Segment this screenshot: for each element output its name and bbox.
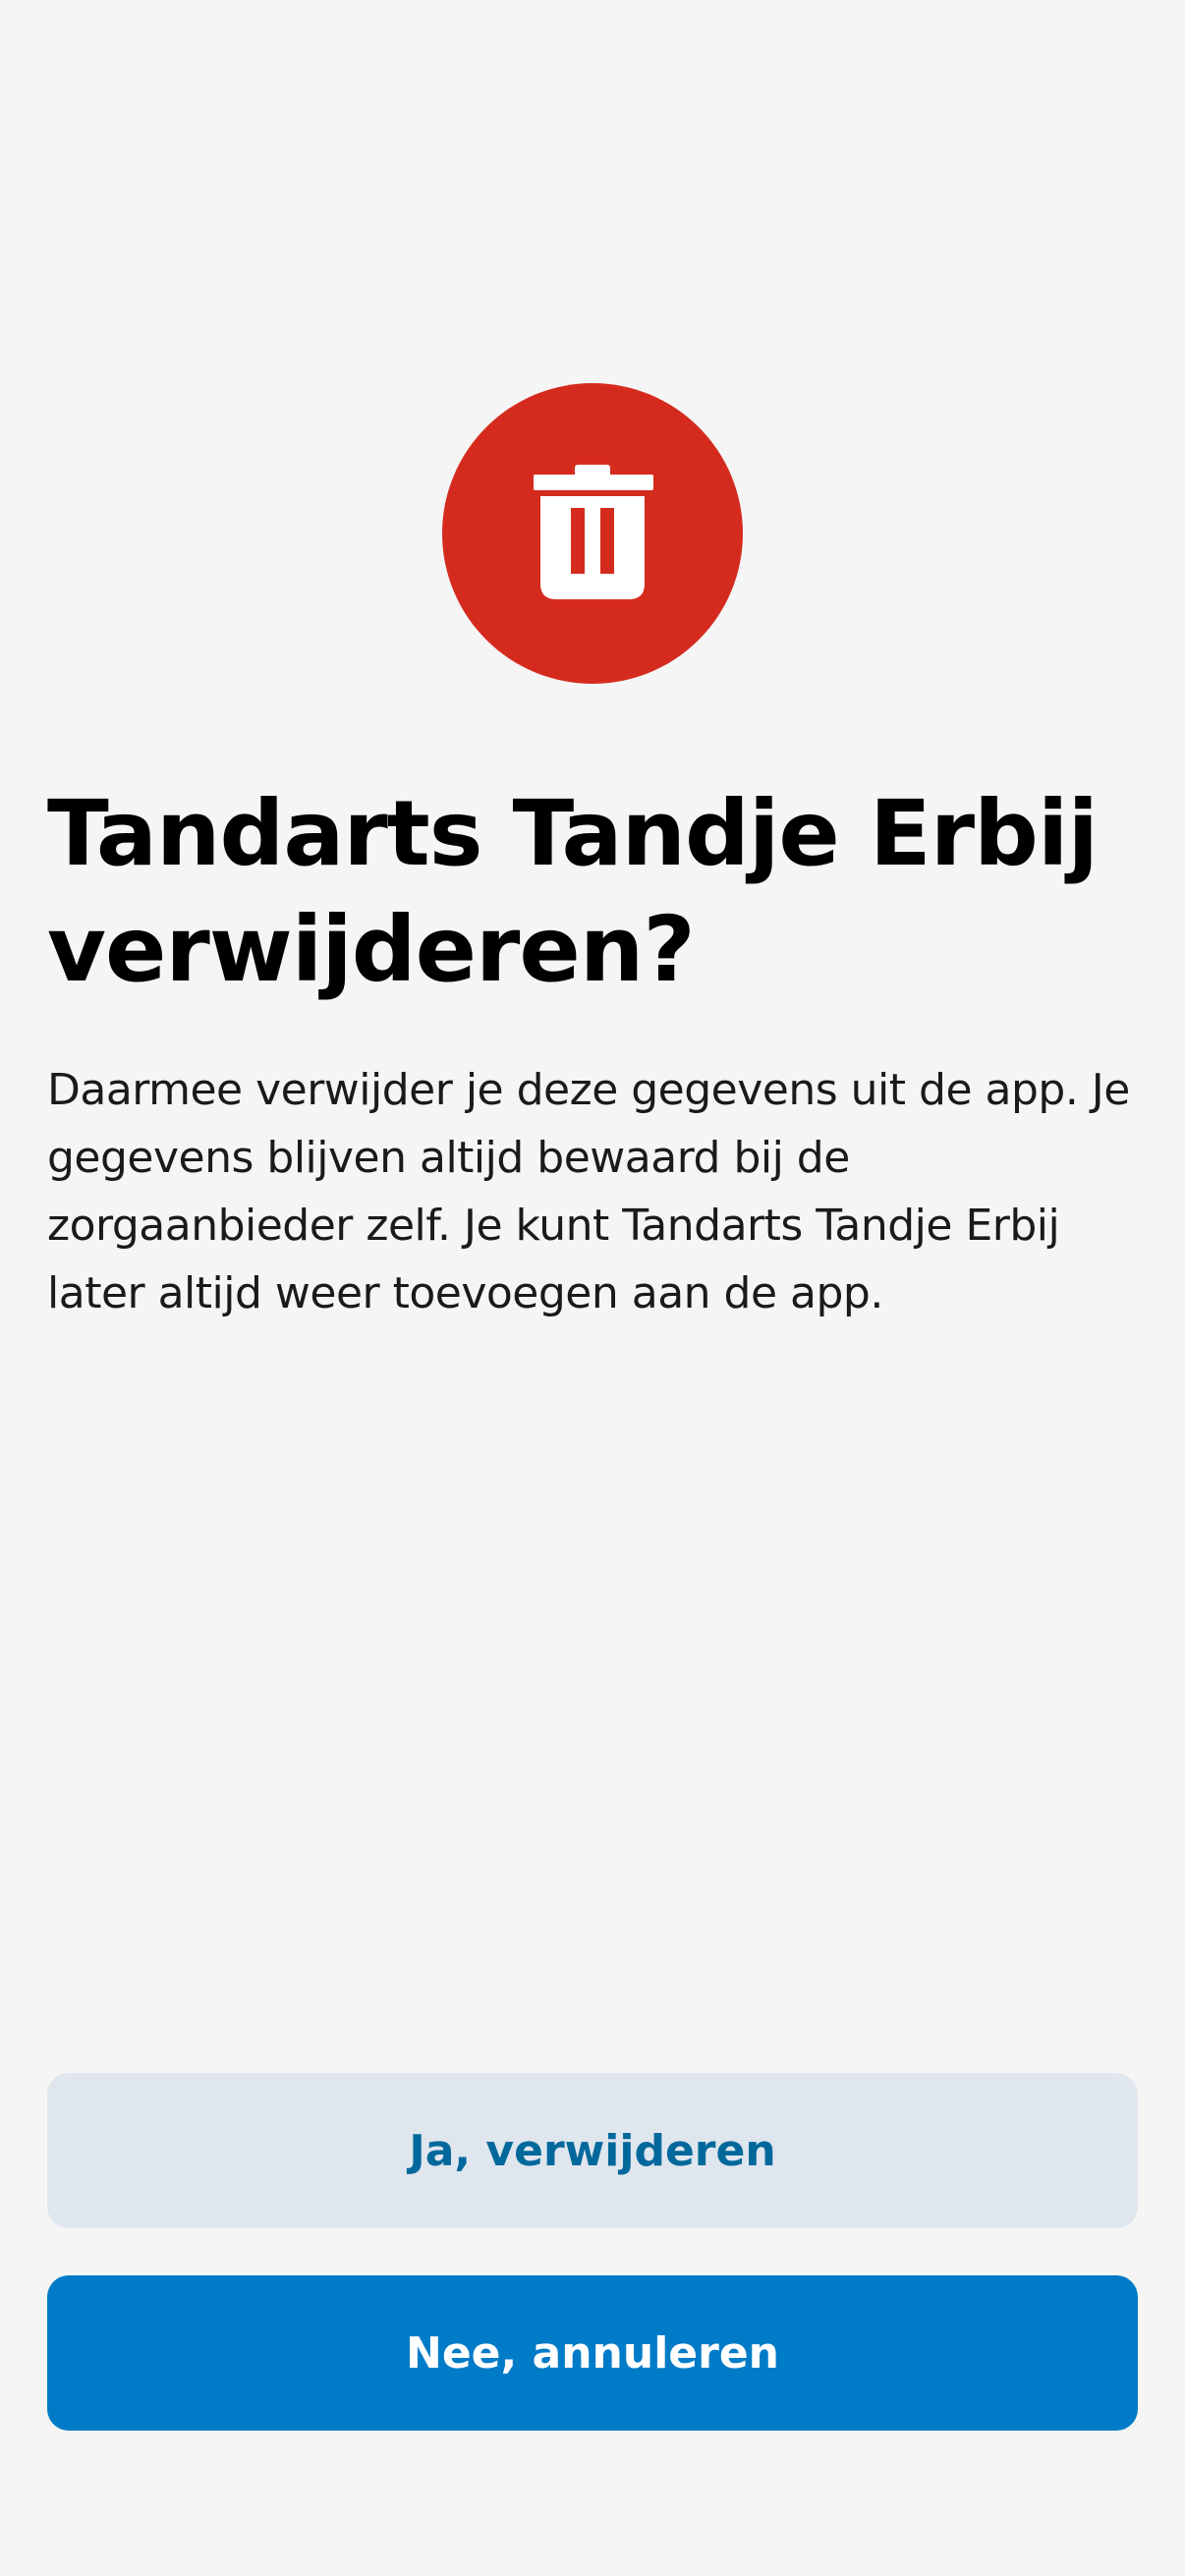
delete-confirmation-screen: Tandarts Tandje Erbij verwijderen? Daarm… — [0, 0, 1185, 2576]
confirm-delete-label: Ja, verwijderen — [409, 2125, 776, 2176]
trash-icon-badge — [442, 383, 743, 684]
trash-icon — [534, 465, 653, 599]
confirm-delete-button[interactable]: Ja, verwijderen — [47, 2073, 1138, 2228]
dialog-title: Tandarts Tandje Erbij verwijderen? — [47, 781, 1099, 1002]
dialog-description: Daarmee verwijder je deze gegevens uit d… — [47, 1065, 1130, 1318]
cancel-label: Nee, annuleren — [406, 2327, 779, 2379]
cancel-button[interactable]: Nee, annuleren — [47, 2275, 1138, 2431]
